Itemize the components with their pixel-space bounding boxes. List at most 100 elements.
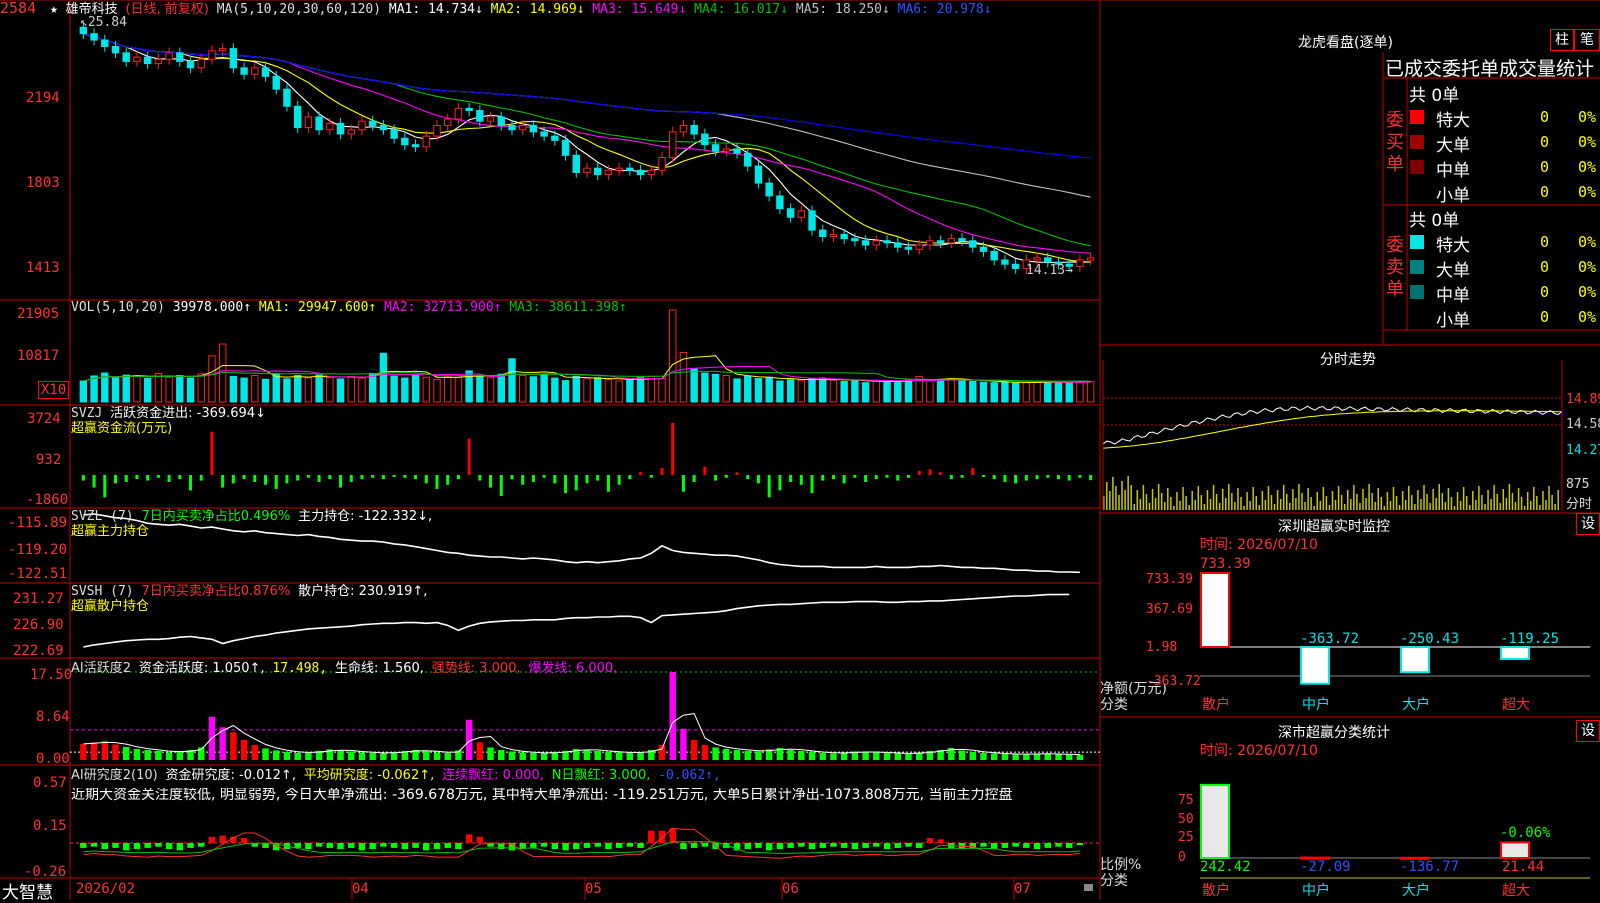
intraday-vol-bar	[1304, 502, 1306, 510]
intraday-vol-bar	[1343, 504, 1346, 510]
research-bar	[112, 843, 119, 848]
intraday-vol-bar	[1481, 495, 1483, 510]
research-bar	[444, 843, 451, 848]
flow-bar	[499, 475, 503, 496]
flow-bar	[81, 475, 85, 481]
intraday-vol-bar	[1243, 506, 1245, 510]
activity-bar	[744, 750, 751, 760]
volume-bar	[497, 373, 505, 403]
candle	[744, 152, 752, 167]
volume-bar	[315, 374, 323, 403]
candle	[947, 238, 956, 244]
intraday-vol-bar	[1362, 489, 1364, 510]
flow-bar	[821, 475, 825, 481]
monitor-settings-button[interactable]: 设	[1576, 513, 1600, 535]
activity-bar	[133, 748, 141, 760]
chart-canvas	[0, 0, 1600, 900]
ai1-tick-1: 8.64	[36, 709, 70, 725]
tick-mode-button[interactable]: 笔	[1574, 29, 1600, 51]
volume-bar	[765, 376, 773, 403]
research-bar	[390, 843, 398, 848]
intraday-vol-bar	[1170, 497, 1172, 510]
intraday-vol-bar	[1115, 486, 1117, 510]
sell-total: 共 0单	[1409, 211, 1460, 231]
flow-bar	[917, 470, 921, 475]
activity-bar	[90, 742, 98, 760]
volume-bar	[1065, 382, 1073, 403]
monitor-tick-2: 1.98	[1146, 640, 1178, 655]
flow-bar	[949, 475, 953, 480]
candle	[894, 242, 902, 248]
monitor-xlabel: 分类	[1100, 697, 1128, 713]
intraday-vol-bar	[1389, 501, 1392, 510]
classify-settings-button[interactable]: 设	[1576, 720, 1600, 742]
candle	[272, 75, 280, 90]
research-bar	[305, 843, 312, 850]
svzj-tick-2: -1860	[26, 492, 69, 508]
research-bar	[540, 843, 548, 847]
buy-row-pct-1: 0%	[1578, 133, 1597, 151]
svsh-tick-2: 222.69	[13, 643, 64, 659]
intraday-vol-bar	[1264, 500, 1267, 510]
candle	[433, 124, 441, 137]
intraday-vol-bar	[1136, 490, 1139, 510]
activity-bar	[423, 751, 430, 760]
activity-bar	[444, 752, 451, 760]
candle	[486, 116, 495, 122]
volume-bar	[819, 377, 827, 403]
volume-bar	[690, 368, 698, 403]
intraday-vol-bar	[1539, 505, 1541, 510]
bar-mode-button[interactable]: 柱	[1550, 29, 1574, 51]
buy-row-label-0: 特大	[1436, 111, 1470, 131]
activity-bar	[369, 752, 376, 760]
candle	[186, 60, 195, 69]
volume-bar	[722, 375, 731, 403]
xaxis-label-1: 04	[352, 881, 369, 897]
monitor-time: 时间: 2026/07/10	[1200, 537, 1318, 553]
research-bar	[1044, 843, 1051, 848]
classify-title: 深市超赢分类统计	[1278, 725, 1390, 741]
flow-bar	[231, 475, 235, 484]
candle	[529, 124, 538, 133]
candle	[690, 124, 698, 135]
intraday-vol-bar	[1127, 476, 1129, 510]
flow-bar	[349, 475, 353, 482]
candle	[958, 238, 966, 242]
research-bar	[208, 836, 216, 843]
activity-bar	[240, 739, 248, 760]
candle	[979, 246, 988, 252]
intraday-vol-bar	[1328, 505, 1331, 510]
volume-bar	[1044, 380, 1052, 403]
research-bar	[294, 843, 301, 848]
activity-bar	[883, 752, 891, 760]
intraday-vol-bar	[1533, 487, 1535, 510]
sell-row-pct-1: 0%	[1578, 258, 1597, 276]
intraday-vol-bar	[1121, 481, 1123, 510]
research-bar	[615, 843, 623, 848]
intraday-vol-bar	[1325, 496, 1328, 510]
flow-bar	[692, 475, 696, 482]
star-icon[interactable]: ★	[50, 2, 58, 17]
candle	[840, 233, 848, 240]
intraday-title: 分时走势	[1320, 352, 1376, 368]
volume-bar	[165, 376, 173, 403]
intraday-vol-bar	[1261, 491, 1264, 510]
flow-bar	[467, 438, 471, 475]
activity-bar	[530, 752, 537, 760]
volume-bar	[390, 375, 398, 403]
intraday-vol-bar	[1106, 482, 1108, 510]
activity-bar	[733, 749, 741, 760]
research-bar	[883, 843, 891, 850]
activity-bar	[101, 740, 109, 760]
ai2-comment: 近期大资金关注度较低, 明显弱势, 今日大单净流出: -369.678万元, 其…	[71, 788, 1013, 803]
lock-icon[interactable]	[1084, 884, 1093, 891]
volume-bar	[272, 373, 280, 403]
intraday-vol-bar	[1356, 494, 1358, 510]
intraday-vol-bar	[1545, 500, 1547, 510]
intraday-vol-bar	[1203, 504, 1206, 510]
flow-bar	[639, 472, 643, 475]
ma3-value: MA3: 15.649↓	[592, 2, 687, 17]
ma6-value: MA6: 20.978↓	[897, 2, 992, 17]
flow-bar	[971, 468, 975, 475]
volume-bar	[551, 377, 559, 403]
